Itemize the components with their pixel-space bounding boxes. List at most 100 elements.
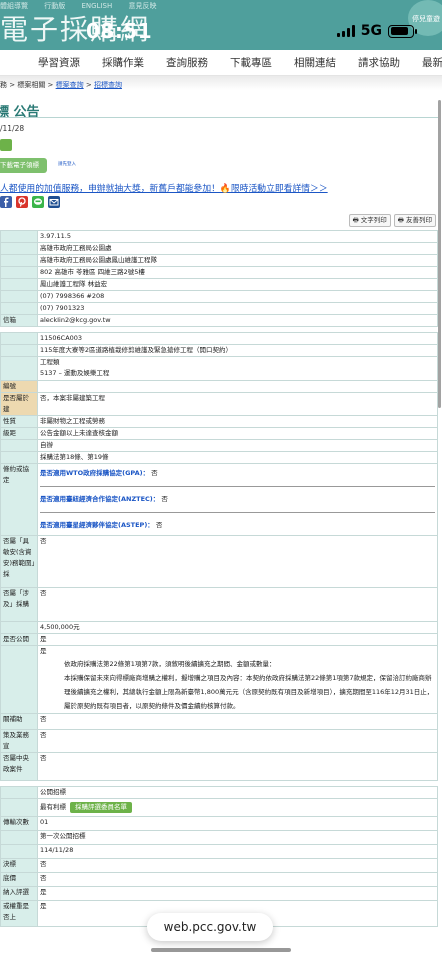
status-indicators: 5G: [336, 23, 417, 39]
scrollbar[interactable]: [438, 100, 441, 408]
pinterest-icon[interactable]: [16, 196, 28, 208]
download-bid-button[interactable]: 下載電子領標: [0, 158, 47, 173]
table-row: 公開招標: [0, 786, 438, 799]
field-label: 條約或協定: [0, 463, 38, 536]
breadcrumb-link-bid-search[interactable]: 招標查詢: [94, 81, 122, 89]
field-label: 是否公開: [0, 633, 38, 646]
promo-link[interactable]: 人都使用的加值服務，申辦就抽大獎，新舊戶都能參加！🔥限時活動立即看詳情＞＞: [0, 181, 328, 194]
field-value-line: 公告金額以上未達查核金額: [40, 429, 118, 437]
field-value-line: 工程類: [40, 358, 60, 366]
field-value: 否: [37, 729, 438, 753]
field-value-line: 否: [40, 874, 47, 882]
field-label: 信箱: [0, 314, 38, 327]
expansion-text: 依政府採購法第22條第1項第7款，須敘明後續擴充之期間、金額或數量：: [64, 660, 276, 668]
table-row: 最有利標 採購評選委員名單: [0, 798, 438, 817]
field-value: 公開招標: [37, 786, 438, 799]
field-value-line: 01: [40, 818, 49, 826]
title-divider: [0, 117, 438, 118]
field-value: 否: [37, 752, 438, 781]
field-label: 策及業務宣: [0, 729, 38, 753]
address-bar[interactable]: web.pcc.gov.tw: [147, 913, 273, 941]
field-value: 自辦: [37, 439, 438, 452]
field-label: [0, 242, 38, 255]
nav-item-links[interactable]: 相關連結: [283, 55, 347, 70]
field-value: 是否適用WTO政府採購協定(GPA)： 否是否適用臺紐經濟合作協定(ANZTEC…: [37, 463, 438, 536]
login-hint-link[interactable]: 請先登入: [58, 161, 76, 167]
field-value: aleckIin2@kcg.gov.tw: [37, 314, 438, 327]
header-deco-text[interactable]: 停兒童遊: [412, 14, 440, 24]
field-label: 傳輸次數: [0, 816, 38, 831]
email-icon[interactable]: [48, 196, 60, 208]
field-value: 115年度大寮等2區道路植栽修剪維護及緊急搶修工程（開口契約）: [37, 344, 438, 357]
print-actions: 🖶 文字列印 🖶 友善列印: [348, 214, 436, 227]
field-value-line: 第一次公開招標: [40, 832, 86, 840]
expansion-text: 本採購保留未來向得標廠商增購之權利，擬增購之項目及內容：本契約依政府採購法第22…: [64, 674, 434, 710]
line-icon[interactable]: [32, 196, 44, 208]
field-label: [0, 830, 38, 845]
field-value: 4,500,000元: [37, 621, 438, 634]
network-label: 5G: [360, 23, 382, 39]
print-friendly-button[interactable]: 🖶 友善列印: [393, 214, 436, 227]
agreement-line: 是否適用臺星經濟夥伴協定(ASTEP)： 否: [40, 516, 435, 535]
field-value-line: 是: [40, 635, 47, 643]
breadcrumb-sep: >: [83, 81, 94, 89]
field-value: 114/11/28: [37, 844, 438, 859]
breadcrumb: 務 > 標案相關 > 標案查詢 > 招標查詢: [0, 80, 122, 90]
field-value-line: 4,500,000元: [40, 623, 80, 631]
award-method: 最有利標: [40, 803, 66, 811]
table-row: 自辦: [0, 439, 438, 452]
table-row: 關補助否: [0, 713, 438, 730]
agreement-value: 否: [149, 469, 158, 477]
field-label: [0, 332, 38, 345]
main-nav: 學習資源 採購作業 查詢服務 下載專區 相關連結 請求協助 最新功能: [0, 50, 442, 76]
field-value-line: 115年度大寮等2區道路植栽修剪維護及緊急搶修工程（開口契約）: [40, 346, 233, 354]
status-chip[interactable]: [0, 139, 12, 151]
table-row: 4,500,000元: [0, 621, 438, 634]
print-friendly-label: 友善列印: [406, 216, 432, 224]
field-label: [0, 356, 38, 381]
field-value: 工程類 5137 – 運動及娛樂工程: [37, 356, 438, 381]
field-value-line: 否: [40, 589, 47, 597]
breadcrumb-link-tender-search[interactable]: 標案查詢: [56, 81, 84, 89]
nav-item-learning[interactable]: 學習資源: [0, 55, 91, 70]
field-label: [0, 798, 38, 817]
field-value-line[interactable]: aleckIin2@kcg.gov.tw: [40, 316, 435, 326]
field-value-line: 否: [40, 731, 47, 739]
agreement-name: 是否適用臺紐經濟合作協定(ANZTEC)：: [40, 495, 160, 503]
field-label: [0, 786, 38, 799]
home-indicator[interactable]: [151, 948, 291, 952]
field-value-line: (07) 7901323: [40, 304, 85, 312]
field-value-line: 是: [40, 888, 47, 896]
phone-screen: 體組導覽 行動版 ENGLISH 意見反映 電子採購網 停兒童遊 08:51 5…: [0, 0, 442, 960]
field-label: [0, 230, 38, 243]
field-value-line: 公開招標: [40, 788, 66, 796]
nav-item-procurement[interactable]: 採購作業: [91, 55, 155, 70]
field-value: [37, 380, 438, 393]
field-label: 底價: [0, 872, 38, 887]
print-text-button[interactable]: 🖶 文字列印: [348, 214, 391, 227]
field-value: 否，本案非屬建築工程: [37, 392, 438, 416]
nav-item-query[interactable]: 查詢服務: [155, 55, 219, 70]
field-value: 非屬財物之工程或勞務: [37, 415, 438, 428]
field-value-line: 否，本案非屬建築工程: [40, 394, 105, 402]
field-label: [0, 344, 38, 357]
field-label: 級距: [0, 427, 38, 440]
field-value: 高雄市政府工務局公園處: [37, 242, 438, 255]
facebook-icon[interactable]: [0, 196, 12, 208]
nav-item-help[interactable]: 請求協助: [347, 55, 411, 70]
field-value: 否: [37, 858, 438, 873]
field-label: [0, 266, 38, 279]
field-value: 鳳山維護工程隊 林益宏: [37, 278, 438, 291]
nav-item-download[interactable]: 下載專區: [219, 55, 283, 70]
table-row: 11506CA003: [0, 332, 438, 345]
table-row: 採購法第18條、第19條: [0, 451, 438, 464]
field-label: 編號: [0, 380, 38, 393]
field-value-line: 5137 – 運動及娛樂工程: [40, 369, 110, 377]
field-label: [0, 844, 38, 859]
field-value: 11506CA003: [37, 332, 438, 345]
printer-icon: 🖶: [352, 216, 359, 224]
field-value-line: 114/11/28: [40, 846, 74, 854]
nav-item-new-features[interactable]: 最新功能: [411, 55, 442, 70]
field-label: [0, 621, 38, 634]
committee-list-button[interactable]: 採購評選委員名單: [70, 802, 132, 813]
